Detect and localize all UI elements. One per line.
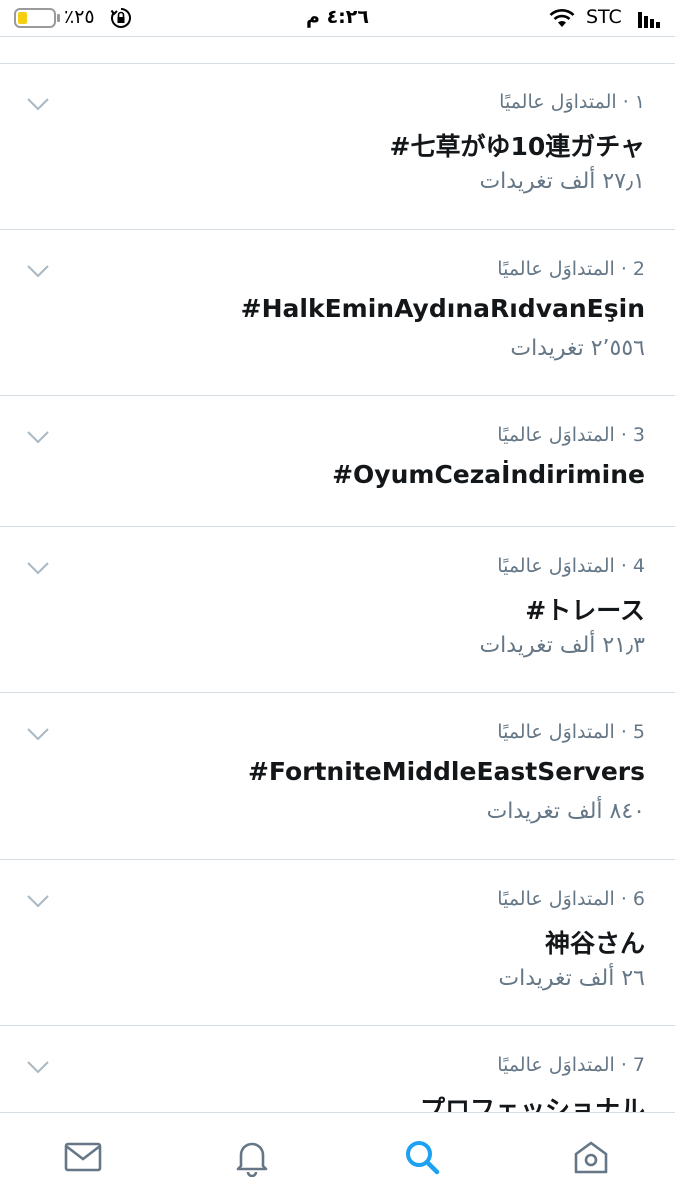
trend-item[interactable]: ١ · المتداوَل عالميًا #七草がゆ10連ガチャ ٢٧٫١ أ… <box>0 63 675 230</box>
status-divider <box>0 36 675 37</box>
chevron-down-icon[interactable] <box>26 97 50 111</box>
trend-item[interactable]: 6 · المتداوَل عالميًا 神谷さん ٢٦ ألف تغريدا… <box>0 860 675 1026</box>
tab-notifications[interactable] <box>232 1137 272 1178</box>
trend-hashtag[interactable]: #OyumCezaİndirimine <box>332 460 645 489</box>
trend-hashtag[interactable]: #HalkEminAydınaRıdvanEşin <box>241 294 645 323</box>
trend-rank-label: ١ · المتداوَل عالميًا <box>499 91 645 113</box>
bottom-tab-bar <box>0 1112 675 1200</box>
search-icon <box>406 1141 440 1175</box>
wifi-icon <box>549 9 575 27</box>
trend-tweet-count: ٢٦ ألف تغريدات <box>498 966 645 991</box>
status-bar: ٪٢٥ ٤:٢٦ م STC <box>0 0 675 36</box>
mail-icon <box>64 1142 102 1172</box>
trend-hashtag[interactable]: #七草がゆ10連ガチャ <box>390 127 646 163</box>
chevron-down-icon[interactable] <box>26 264 50 278</box>
trend-tweet-count: ٢٧٫١ ألف تغريدات <box>479 169 645 194</box>
trend-item[interactable]: 3 · المتداوَل عالميًا #OyumCezaİndirimin… <box>0 396 675 527</box>
trend-rank-label: 3 · المتداوَل عالميًا <box>497 424 645 446</box>
tab-explore[interactable] <box>402 1137 442 1177</box>
bell-icon <box>236 1142 268 1178</box>
trend-item[interactable]: 5 · المتداوَل عالميًا #FortniteMiddleEas… <box>0 693 675 860</box>
chevron-down-icon[interactable] <box>26 727 50 741</box>
trend-tweet-count: ٢٬٥٥٦ تغريدات <box>510 336 645 361</box>
trend-rank-label: 6 · المتداوَل عالميًا <box>497 888 645 910</box>
trend-tweet-count: ٢١٫٣ ألف تغريدات <box>479 633 645 658</box>
tab-messages[interactable] <box>63 1137 103 1177</box>
trend-tweet-count: ٨٤٠ ألف تغريدات <box>486 799 645 824</box>
trend-hashtag[interactable]: #FortniteMiddleEastServers <box>248 757 645 786</box>
carrier-name: STC <box>586 6 622 28</box>
trend-rank-label: 2 · المتداوَل عالميًا <box>497 258 645 280</box>
trend-item[interactable]: 2 · المتداوَل عالميًا #HalkEminAydınaRıd… <box>0 230 675 396</box>
trend-rank-label: 5 · المتداوَل عالميًا <box>497 721 645 743</box>
chevron-down-icon[interactable] <box>26 894 50 908</box>
trends-screen: ٪٢٥ ٤:٢٦ م STC ١ · المتداوَل عالميًا #七草… <box>0 0 675 1200</box>
trend-rank-label: 7 · المتداوَل عالميًا <box>497 1054 645 1076</box>
home-icon <box>574 1141 608 1174</box>
chevron-down-icon[interactable] <box>26 430 50 444</box>
signal-strength-icon <box>638 12 660 28</box>
trend-hashtag[interactable]: #トレース <box>525 591 645 627</box>
chevron-down-icon[interactable] <box>26 561 50 575</box>
trend-name[interactable]: 神谷さん <box>545 924 645 960</box>
trend-rank-label: 4 · المتداوَل عالميًا <box>497 555 645 577</box>
trend-item[interactable]: 4 · المتداوَل عالميًا #トレース ٢١٫٣ ألف تغر… <box>0 527 675 693</box>
chevron-down-icon[interactable] <box>26 1060 50 1074</box>
tab-home[interactable] <box>571 1137 611 1177</box>
